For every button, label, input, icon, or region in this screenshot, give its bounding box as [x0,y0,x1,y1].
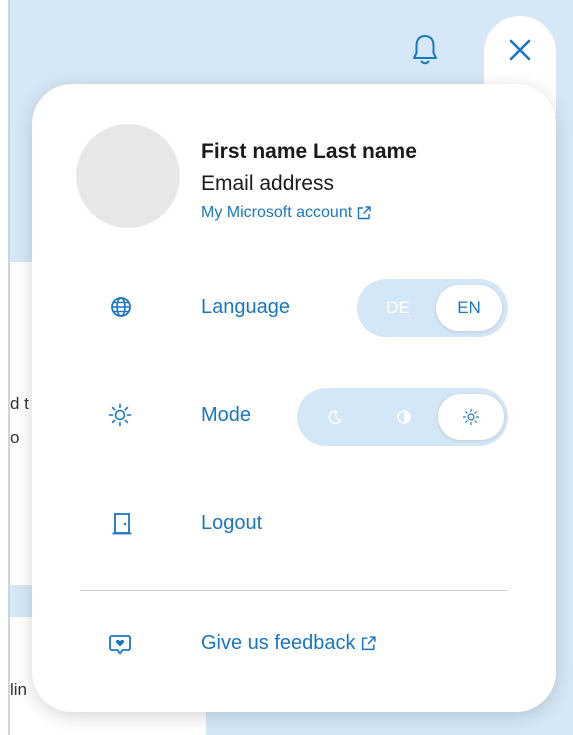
heart-message-icon [108,633,132,657]
sun-icon [462,408,480,426]
notifications-button[interactable] [408,30,442,70]
mode-label: Mode [201,404,252,426]
user-email: Email address [201,172,335,195]
globe-icon [109,295,133,319]
language-label: Language [201,296,290,318]
avatar [76,124,180,228]
external-link-icon [357,206,371,220]
mode-option-auto[interactable] [370,394,438,440]
divider [80,590,508,591]
close-icon [509,39,531,61]
background-text: o [10,428,20,447]
language-toggle: DE EN [357,279,508,337]
sun-icon [108,403,132,427]
feedback-label: Give us feedback [201,632,356,654]
user-name: First name Last name [201,140,417,163]
mode-toggle [297,388,508,446]
moon-icon [328,410,342,424]
bell-icon [413,35,437,65]
door-icon [110,512,134,536]
mode-option-light[interactable] [438,394,504,440]
close-button[interactable] [500,28,540,72]
microsoft-account-label: My Microsoft account [201,204,353,221]
background-text: d t [10,394,29,413]
microsoft-account-link[interactable]: My Microsoft account [201,204,372,222]
language-option-de[interactable]: DE [360,285,436,331]
logout-link[interactable]: Logout [201,512,262,535]
external-link-icon [361,636,376,651]
contrast-icon [397,410,411,424]
language-option-en[interactable]: EN [436,285,502,331]
background-text: lin [10,680,28,699]
mode-option-dark[interactable] [300,394,370,440]
feedback-link[interactable]: Give us feedback [201,632,377,655]
